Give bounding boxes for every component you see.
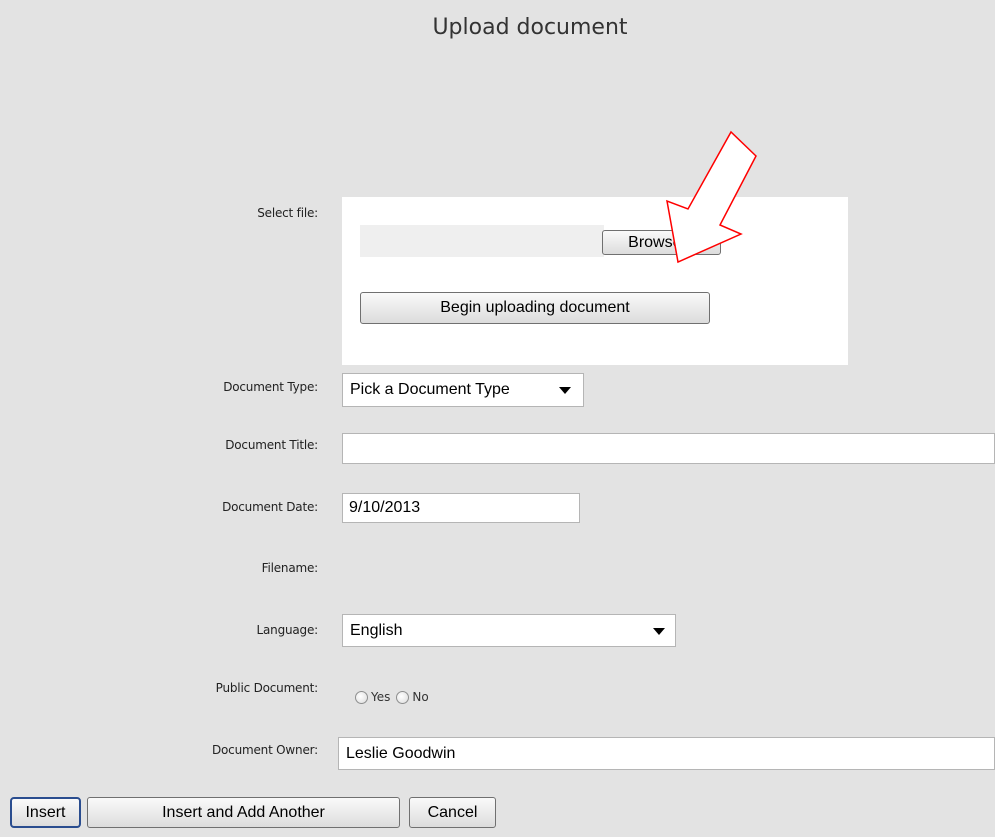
document-type-select[interactable]: Pick a Document Type <box>342 373 584 407</box>
insert-button[interactable]: Insert <box>10 797 81 828</box>
document-type-value: Pick a Document Type <box>350 381 510 398</box>
document-date-input[interactable] <box>342 493 580 523</box>
upload-panel: Browse... Begin uploading document <box>342 197 848 365</box>
begin-upload-button[interactable]: Begin uploading document <box>360 292 710 324</box>
annotation-arrow-overlay <box>666 130 757 264</box>
document-title-label: Document Title: <box>225 438 318 452</box>
browse-button[interactable]: Browse... <box>602 230 721 255</box>
public-no-option[interactable]: No <box>396 690 429 704</box>
filename-label: Filename: <box>261 561 319 575</box>
document-owner-input[interactable] <box>338 737 995 770</box>
select-file-label: Select file: <box>257 206 318 220</box>
public-yes-option[interactable]: Yes <box>355 690 390 704</box>
insert-and-add-another-button[interactable]: Insert and Add Another <box>87 797 400 828</box>
public-no-label: No <box>412 690 429 704</box>
chevron-down-icon <box>559 387 571 394</box>
public-no-radio[interactable] <box>396 690 410 704</box>
file-path-input[interactable] <box>360 225 604 257</box>
public-yes-label: Yes <box>371 690 391 704</box>
page-title: Upload document <box>432 15 628 40</box>
language-select[interactable]: English <box>342 614 676 647</box>
document-date-label: Document Date: <box>222 500 318 514</box>
language-label: Language: <box>256 623 319 637</box>
public-document-label: Public Document: <box>215 681 319 695</box>
document-owner-label: Document Owner: <box>212 743 318 757</box>
document-title-input[interactable] <box>342 433 995 464</box>
document-type-label: Document Type: <box>223 380 318 394</box>
chevron-down-icon <box>653 627 665 635</box>
public-document-radio-group: Yes No <box>355 687 435 707</box>
language-value: English <box>350 621 403 639</box>
public-yes-radio[interactable] <box>355 690 368 704</box>
cancel-button[interactable]: Cancel <box>409 797 496 828</box>
